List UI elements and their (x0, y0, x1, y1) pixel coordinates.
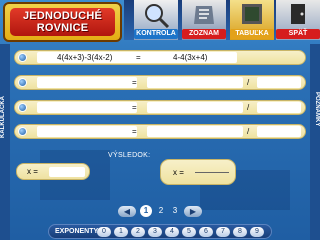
exponent-key-4[interactable]: 4 (165, 227, 179, 237)
board-icon (242, 4, 262, 24)
slash-sign: / (247, 127, 250, 136)
exponent-key-0[interactable]: 0 (97, 227, 111, 237)
slash-sign: / (247, 78, 250, 87)
pager: ◀ 1 2 3 ▶ (118, 205, 202, 219)
chevron-left-icon: ◀ (123, 207, 131, 216)
side-tab-label: POZNÁMKY (314, 92, 320, 127)
step-row: = / (14, 124, 306, 139)
app-window: JEDNODUCHÉ ROVNICE KONTROLA ZOZNAM TABUĽ (0, 0, 320, 240)
door-icon (291, 4, 305, 24)
exponent-key-5[interactable]: 5 (182, 227, 196, 237)
equation-row: 4(4x+3)-3(4x-2) = 4-4(3x+4) (14, 50, 306, 65)
result-field-primary: x = (16, 163, 90, 180)
step-left-input[interactable] (37, 126, 137, 137)
side-tab-label: KALKULAČKA (0, 96, 6, 138)
step-operation-input[interactable] (257, 126, 301, 137)
equals-sign: = (136, 53, 141, 62)
result-field-secondary: x = (160, 159, 236, 185)
step-right-input[interactable] (147, 102, 243, 113)
prev-page-button[interactable]: ◀ (118, 206, 136, 217)
step-operation-input[interactable] (257, 102, 301, 113)
exponent-key-6[interactable]: 6 (199, 227, 213, 237)
calculator-side-tab[interactable]: KALKULAČKA (0, 44, 10, 240)
step-operation-input[interactable] (257, 77, 301, 88)
page-3[interactable]: 3 (169, 205, 181, 217)
exponent-key-1[interactable]: 1 (114, 227, 128, 237)
exponent-bar: EXPONENTY 0 1 2 3 4 5 6 7 8 9 (48, 224, 272, 239)
chevron-right-icon: ▶ (189, 207, 197, 216)
page-1[interactable]: 1 (140, 205, 152, 217)
equals-sign: = (132, 103, 137, 112)
row-bullet-icon (18, 103, 27, 112)
page-2[interactable]: 2 (155, 205, 167, 217)
top-toolbar: KONTROLA ZOZNAM TABUĽKA SPÄŤ (124, 0, 320, 40)
slash-sign: / (247, 103, 250, 112)
equals-sign: = (132, 78, 137, 87)
row-bullet-icon (18, 127, 27, 136)
equation-right-side: 4-4(3x+4) (173, 53, 208, 62)
result-label: VÝSLEDOK: (108, 152, 151, 159)
title-line-2: ROVNICE (36, 22, 89, 34)
magnifier-icon (145, 4, 170, 28)
exponent-label: EXPONENTY (55, 228, 99, 235)
equation-left-side: 4(4x+3)-3(4x-2) (57, 53, 113, 62)
row-bullet-icon (18, 53, 27, 62)
tab-zoznam[interactable]: ZOZNAM (182, 0, 226, 40)
tab-kontrola[interactable]: KONTROLA (134, 0, 178, 40)
exponent-key-2[interactable]: 2 (131, 227, 145, 237)
result-input[interactable] (49, 167, 85, 177)
result-variable-label: x = (173, 168, 184, 177)
step-left-input[interactable] (37, 77, 137, 88)
row-bullet-icon (18, 78, 27, 87)
tab-tabulka[interactable]: TABUĽKA (230, 0, 274, 40)
exponent-key-3[interactable]: 3 (148, 227, 162, 237)
tab-label: ZOZNAM (182, 29, 226, 39)
app-title-badge: JEDNODUCHÉ ROVNICE (3, 2, 122, 42)
result-fraction-line[interactable] (195, 172, 229, 173)
title-line-1: JEDNODUCHÉ (22, 10, 102, 22)
next-page-button[interactable]: ▶ (184, 206, 202, 217)
result-variable-label: x = (27, 167, 38, 176)
tab-label: KONTROLA (134, 29, 178, 39)
exponent-key-9[interactable]: 9 (250, 227, 264, 237)
step-right-input[interactable] (147, 77, 243, 88)
exponent-key-8[interactable]: 8 (233, 227, 247, 237)
step-row: = / (14, 100, 306, 115)
equals-sign: = (132, 127, 137, 136)
step-left-input[interactable] (37, 102, 137, 113)
step-right-input[interactable] (147, 126, 243, 137)
notes-side-tab[interactable]: POZNÁMKY (310, 44, 320, 240)
exponent-key-7[interactable]: 7 (216, 227, 230, 237)
list-icon (194, 6, 214, 24)
step-row: = / (14, 75, 306, 90)
tab-label: TABUĽKA (230, 29, 274, 39)
tab-label: SPÄŤ (276, 29, 320, 39)
tab-spat[interactable]: SPÄŤ (276, 0, 320, 40)
